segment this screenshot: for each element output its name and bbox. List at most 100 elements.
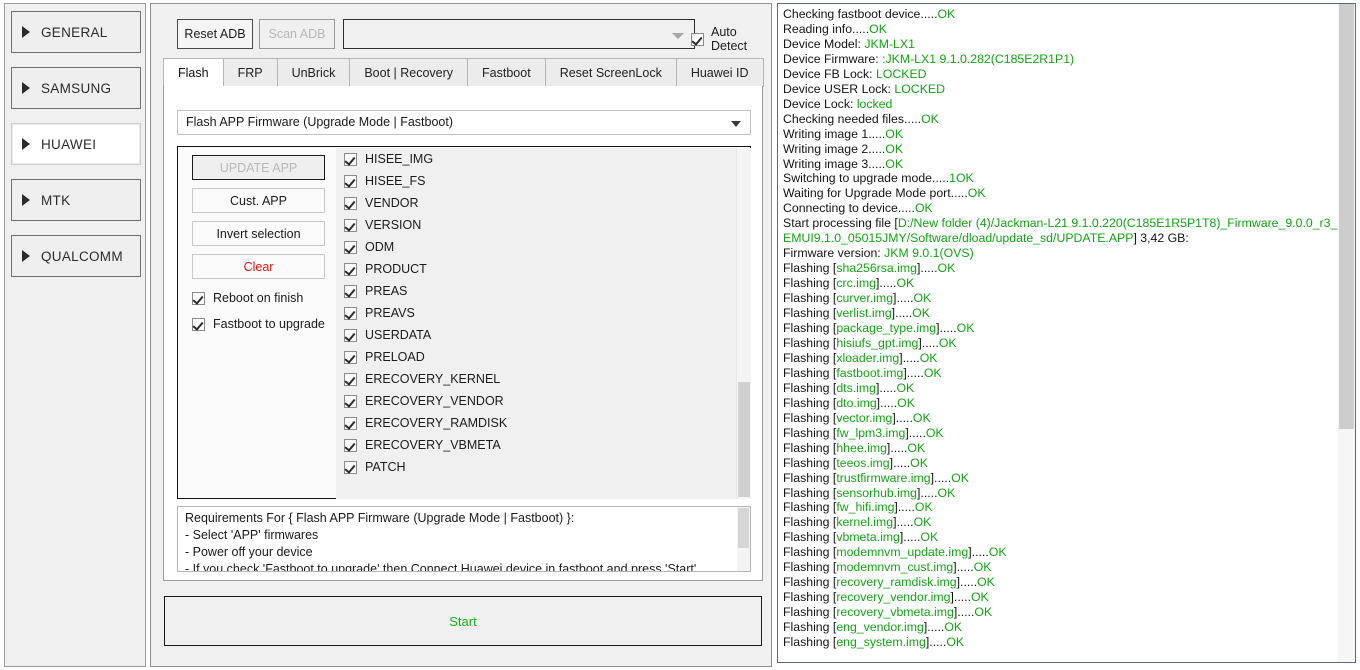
partition-checkbox[interactable] [344,306,357,320]
log-value: curver.img [836,291,894,306]
log-text: ]..... [923,620,945,635]
log-value: OK [988,545,1007,560]
log-text: ]..... [886,440,908,455]
partition-row[interactable]: ERECOVERY_VBMETA [336,434,734,456]
invert-selection-button[interactable]: Invert selection [192,221,325,246]
log-text: ]..... [889,455,911,470]
log-value: dto.img [836,395,877,410]
requirements-scrollbar[interactable] [737,507,750,571]
partition-row[interactable]: HISEE_FS [336,170,734,192]
tab-unbrick[interactable]: UnBrick [276,58,350,87]
partition-row[interactable]: USERDATA [336,324,734,346]
tab-fastboot[interactable]: Fastboot [467,58,545,87]
auto-detect-checkbox[interactable] [691,32,704,46]
log-value: OK [956,321,975,336]
log-line: Flashing [package_type.img].....OK [783,321,1338,336]
expand-triangle-icon [22,26,30,38]
start-button[interactable]: Start [164,596,762,646]
log-value: OK [923,365,942,380]
partition-row[interactable]: ERECOVERY_VENDOR [336,390,734,412]
partition-row[interactable]: ERECOVERY_RAMDISK [336,412,734,434]
log-line: Firmware version: JKM 9.0.1(OVS) [783,246,1338,261]
log-scrollbar[interactable] [1338,4,1355,662]
flash-tab-page: Flash APP Firmware (Upgrade Mode | Fastb… [163,86,763,581]
update-app-button[interactable]: UPDATE APP [192,155,325,180]
requirements-line: Requirements For { Flash APP Firmware (U… [185,511,575,525]
flash-mode-combobox[interactable]: Flash APP Firmware (Upgrade Mode | Fastb… [177,110,751,135]
log-text: Flashing [ [783,335,837,350]
partition-checkbox[interactable] [344,460,357,474]
partition-checkbox[interactable] [344,196,357,210]
tab-huawei-id[interactable]: Huawei ID [675,58,764,87]
log-line: Waiting for Upgrade Mode port.....OK [783,186,1338,201]
partition-list-scrollbar[interactable] [736,148,751,499]
log-value: OK [912,306,930,321]
log-value: OK [967,186,986,201]
partition-label: VERSION [365,218,422,232]
device-select-combobox[interactable] [343,19,695,49]
log-scrollbar-thumb[interactable] [1339,4,1354,429]
log-text: Writing image 3..... [783,156,886,171]
partition-label: HISEE_IMG [365,152,434,166]
partition-label: HISEE_FS [365,174,426,188]
log-value: trustfirmware.img [836,470,931,485]
cust-app-button[interactable]: Cust. APP [192,188,325,213]
sidebar-item-general[interactable]: GENERAL [11,11,141,53]
partition-list-scrollbar-thumb[interactable] [738,382,750,497]
fastboot-to-upgrade-toggle[interactable]: Fastboot to upgrade [192,317,332,331]
log-value: 1OK [949,171,974,186]
partition-checkbox[interactable] [344,328,357,342]
log-line: Flashing [fastboot.img].....OK [783,366,1338,381]
partition-checkbox[interactable] [344,372,357,386]
partition-label: ODM [365,240,395,254]
partition-row[interactable]: PATCH [336,456,734,478]
partition-checkbox[interactable] [344,350,357,364]
log-line: Connecting to device.....OK [783,201,1338,216]
auto-detect-toggle[interactable]: Auto Detect [691,25,763,53]
partition-checkbox[interactable] [344,262,357,276]
partition-checkbox[interactable] [344,284,357,298]
log-text: ]..... [956,575,978,590]
partition-row[interactable]: VENDOR [336,192,734,214]
partition-checkbox[interactable] [344,438,357,452]
partition-checkbox[interactable] [344,152,357,166]
requirements-scrollbar-thumb[interactable] [738,508,749,548]
log-text: ]..... [925,635,947,650]
sidebar-item-mtk[interactable]: MTK [11,179,141,221]
partition-row[interactable]: VERSION [336,214,734,236]
partition-row[interactable]: PRODUCT [336,258,734,280]
partition-row[interactable]: PREAS [336,280,734,302]
partition-row[interactable]: ODM [336,236,734,258]
log-line: Flashing [dto.img].....OK [783,396,1338,411]
tab-boot-recovery[interactable]: Boot | Recovery [349,58,468,87]
partition-checkbox[interactable] [344,416,357,430]
checkbox[interactable] [192,317,205,331]
partition-checkbox[interactable] [344,240,357,254]
log-line: Flashing [hisiufs_gpt.img].....OK [783,336,1338,351]
log-text: Flashing [ [783,560,837,575]
checkbox[interactable] [192,291,205,305]
sidebar-item-qualcomm[interactable]: QUALCOMM [11,235,141,277]
partition-checkbox[interactable] [344,174,357,188]
partition-checkbox[interactable] [344,394,357,408]
log-text: Flashing [ [783,545,837,560]
tab-flash[interactable]: Flash [163,58,223,87]
partition-checkbox[interactable] [344,218,357,232]
partition-row[interactable]: PREAVS [336,302,734,324]
tab-reset-screenlock[interactable]: Reset ScreenLock [544,58,676,87]
tab-frp[interactable]: FRP [222,58,277,87]
sidebar-item-samsung[interactable]: SAMSUNG [11,67,141,109]
sidebar-item-huawei[interactable]: HUAWEI [11,123,141,165]
log-value: package_type.img [836,321,937,336]
partition-row[interactable]: HISEE_IMG [336,148,734,170]
scan-adb-button[interactable]: Scan ADB [259,19,335,49]
reboot-on-finish-toggle[interactable]: Reboot on finish [192,291,332,305]
reset-adb-button[interactable]: Reset ADB [177,19,253,49]
partition-row[interactable]: ERECOVERY_KERNEL [336,368,734,390]
partition-list: HISEE_IMG HISEE_FS VENDOR VERSION ODM PRODUCT… [336,148,751,499]
log-text: Checking needed files..... [783,111,922,126]
top-toolbar: Reset ADB Scan ADB Auto Detect [163,19,763,53]
partition-row[interactable]: PRELOAD [336,346,734,368]
clear-button[interactable]: Clear [192,254,325,279]
expand-triangle-icon [22,82,30,94]
